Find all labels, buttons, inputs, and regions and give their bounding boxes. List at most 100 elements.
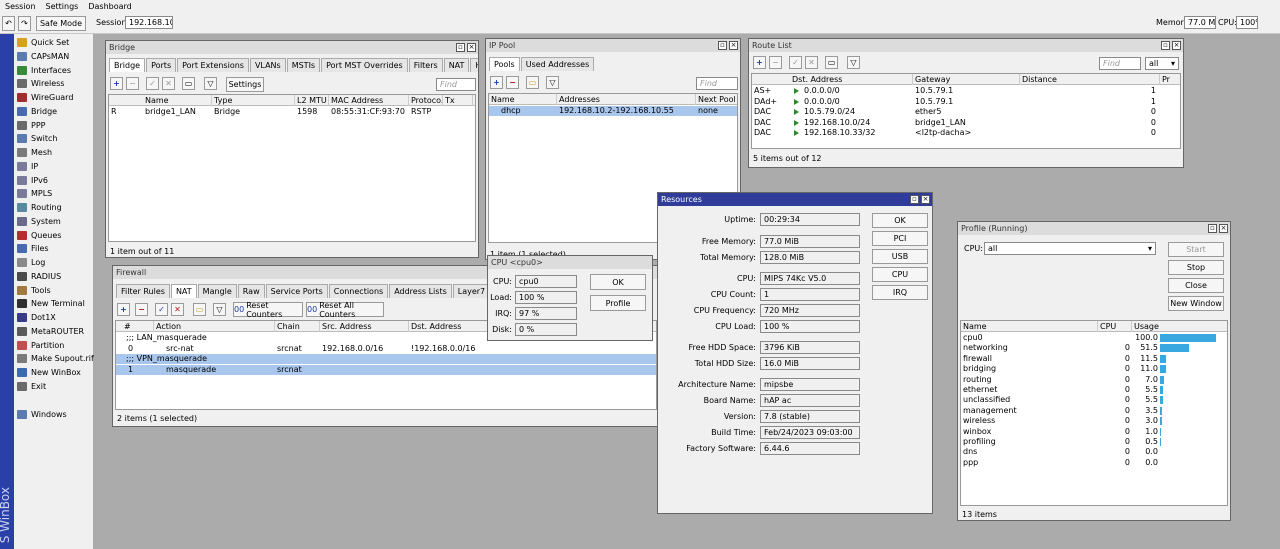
filter-icon[interactable]: ▽	[847, 56, 860, 69]
menu-settings[interactable]: Settings	[41, 2, 84, 11]
remove-icon[interactable]: −	[126, 77, 139, 90]
cpu-profile-button[interactable]: Profile	[590, 295, 646, 311]
undo-button[interactable]: ↶	[2, 16, 15, 31]
session-field[interactable]: 192.168.10.1	[125, 16, 173, 29]
profile-row[interactable]: bridging 0 11.0	[961, 364, 1227, 374]
bridge-tab-6[interactable]: Filters	[408, 58, 443, 72]
bridge-tab-4[interactable]: MSTIs	[286, 58, 321, 72]
route-col-1[interactable]: Gateway	[913, 74, 1020, 85]
reset-all-counters-button[interactable]: 00 Reset All Counters	[306, 301, 384, 319]
profile-row[interactable]: ppp 0 0.0	[961, 458, 1227, 468]
bridge-col-4[interactable]: Protoco...	[409, 95, 443, 106]
menu-session[interactable]: Session	[0, 2, 41, 11]
close-icon[interactable]: ×	[729, 41, 738, 50]
bridge-col-3[interactable]: MAC Address	[329, 95, 409, 106]
ip-pool-find-input[interactable]: Find	[696, 77, 738, 90]
bridge-settings-button[interactable]: Settings	[226, 77, 264, 92]
profile-row[interactable]: ethernet 0 5.5	[961, 385, 1227, 395]
resource-ok-button[interactable]: OK	[872, 213, 928, 228]
ip-pool-tab-1[interactable]: Used Addresses	[520, 57, 595, 71]
menu-dashboard[interactable]: Dashboard	[83, 2, 136, 11]
cpu-ok-button[interactable]: OK	[590, 274, 646, 290]
firewall-tab-6[interactable]: Address Lists	[389, 284, 452, 298]
sidebar-item-metarouter[interactable]: MetaROUTER	[14, 325, 94, 338]
disable-icon[interactable]: ✕	[171, 303, 184, 316]
sidebar-item-mesh[interactable]: Mesh	[14, 146, 94, 159]
comment-icon[interactable]: ▭	[193, 303, 206, 316]
profile-col-1[interactable]: CPU	[1098, 321, 1132, 332]
profile-row[interactable]: unclassified 0 5.5	[961, 395, 1227, 405]
profile-col-2[interactable]: Usage	[1132, 321, 1227, 332]
resource-irq-button[interactable]: IRQ	[872, 285, 928, 300]
sidebar-item-switch[interactable]: Switch	[14, 132, 94, 145]
profile-row[interactable]: cpu0 100.0	[961, 333, 1227, 343]
bridge-tab-7[interactable]: NAT	[443, 58, 470, 72]
bridge-tab-3[interactable]: VLANs	[249, 58, 286, 72]
close-icon[interactable]: ×	[1172, 41, 1181, 50]
ip-pool-row[interactable]: dhcp 192.168.10.2-192.168.10.55 none	[489, 106, 737, 116]
firewall-rule-row[interactable]: 1 masquerade srcnat	[116, 364, 656, 375]
firewall-col-3[interactable]: Src. Address	[320, 321, 409, 332]
bridge-tab-1[interactable]: Ports	[146, 58, 177, 72]
sidebar-item-interfaces[interactable]: Interfaces	[14, 64, 94, 77]
filter-icon[interactable]: ▽	[546, 76, 559, 89]
sidebar-item-winbox[interactable]: New WinBox	[14, 366, 94, 379]
profile-row[interactable]: management 0 3.5	[961, 406, 1227, 416]
bridge-col-5[interactable]: Tx	[443, 95, 473, 106]
sidebar-item-tools[interactable]: Tools	[14, 284, 94, 297]
restore-icon[interactable]: ▫	[456, 43, 465, 52]
disable-icon[interactable]: ✕	[805, 56, 818, 69]
sidebar-item-wireless[interactable]: Wireless	[14, 77, 94, 90]
remove-icon[interactable]: −	[135, 303, 148, 316]
bridge-tab-2[interactable]: Port Extensions	[177, 58, 249, 72]
profile-row[interactable]: profiling 0 0.5	[961, 437, 1227, 447]
firewall-col-1[interactable]: Action	[154, 321, 275, 332]
bridge-tab-5[interactable]: Port MST Overrides	[321, 58, 408, 72]
add-icon[interactable]: +	[110, 77, 123, 90]
close-icon[interactable]: ×	[467, 43, 476, 52]
comment-icon[interactable]: ▭	[526, 76, 539, 89]
firewall-col-0[interactable]: #	[122, 321, 154, 332]
safe-mode-button[interactable]: Safe Mode	[36, 16, 86, 31]
restore-icon[interactable]: ▫	[1208, 224, 1217, 233]
sidebar-item-system[interactable]: System	[14, 215, 94, 228]
enable-icon[interactable]: ✓	[155, 303, 168, 316]
close-icon[interactable]: ×	[921, 195, 930, 204]
sidebar-item-queues[interactable]: Queues	[14, 229, 94, 242]
profile-row[interactable]: winbox 0 1.0	[961, 427, 1227, 437]
profile-row[interactable]: networking 0 51.5	[961, 343, 1227, 353]
bridge-tab-0[interactable]: Bridge	[109, 58, 146, 72]
profile-cpu-select[interactable]: all ▾	[984, 242, 1156, 255]
sidebar-item-ppp[interactable]: PPP	[14, 119, 94, 132]
firewall-rule-row[interactable]: 0 src-nat srcnat 192.168.0.0/16 !192.168.0.0…	[116, 344, 656, 354]
remove-icon[interactable]: −	[506, 76, 519, 89]
profile-row[interactable]: dns 0 0.0	[961, 447, 1227, 457]
bridge-col-0[interactable]: Name	[143, 95, 212, 106]
profile-close-button[interactable]: Close	[1168, 278, 1224, 293]
profile-stop-button[interactable]: Stop	[1168, 260, 1224, 275]
bridge-tab-8[interactable]: Hosts	[470, 58, 478, 72]
sidebar-item-files[interactable]: Files	[14, 242, 94, 255]
bridge-col-1[interactable]: Type	[212, 95, 295, 106]
filter-icon[interactable]: ▽	[213, 303, 226, 316]
profile-row[interactable]: firewall 0 11.5	[961, 354, 1227, 364]
firewall-col-2[interactable]: Chain	[275, 321, 320, 332]
sidebar-item-bridge[interactable]: Bridge	[14, 105, 94, 118]
sidebar-item-ip[interactable]: IP	[14, 160, 94, 173]
disable-icon[interactable]: ✕	[162, 77, 175, 90]
bridge-col-2[interactable]: L2 MTU	[295, 95, 329, 106]
firewall-tab-1[interactable]: NAT	[170, 284, 197, 298]
filter-icon[interactable]: ▽	[204, 77, 217, 90]
sidebar-item-log[interactable]: Log	[14, 256, 94, 269]
sidebar-item-supout[interactable]: Make Supout.rif	[14, 352, 94, 365]
add-icon[interactable]: +	[490, 76, 503, 89]
sidebar-item-radius[interactable]: RADIUS	[14, 270, 94, 283]
redo-button[interactable]: ↷	[18, 16, 31, 31]
ip-pool-col-1[interactable]: Addresses	[557, 94, 696, 105]
profile-col-0[interactable]: Name	[961, 321, 1098, 332]
ip-pool-col-2[interactable]: Next Pool	[696, 94, 737, 105]
firewall-comment-row[interactable]: ;;; VPN_masquerade	[116, 354, 656, 364]
route-filter-select[interactable]: all ▾	[1145, 57, 1179, 70]
sidebar-item-routing[interactable]: Routing	[14, 201, 94, 214]
sidebar-item-exit[interactable]: Exit	[14, 380, 94, 393]
